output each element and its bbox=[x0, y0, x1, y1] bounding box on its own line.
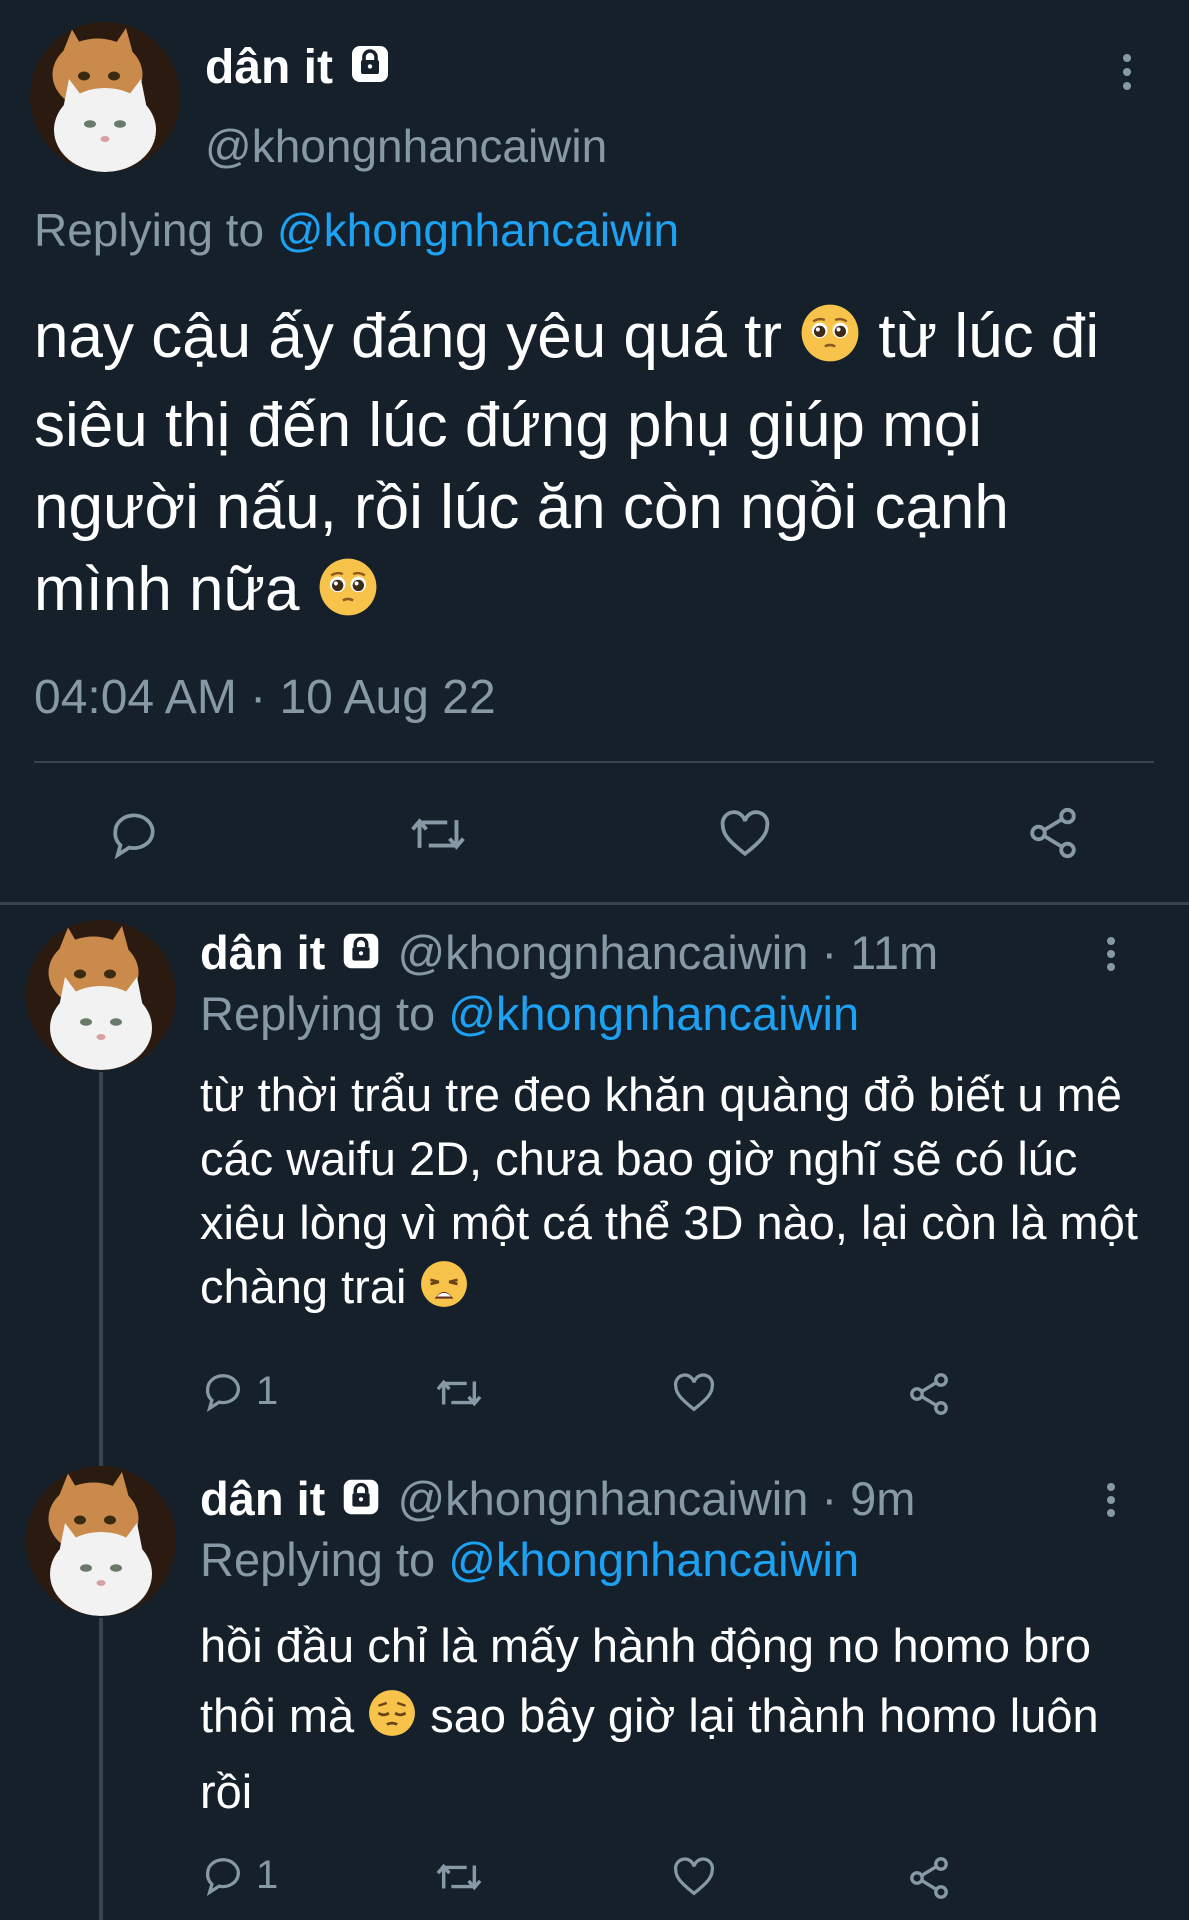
more-options-icon[interactable] bbox=[1105, 937, 1117, 971]
thread-line bbox=[99, 1072, 103, 1470]
tweet-text: hồi đầu chỉ là mấy hành động no homo bro… bbox=[200, 1611, 1100, 1827]
divider bbox=[34, 761, 1154, 763]
thread-line bbox=[99, 1618, 103, 1920]
share-button[interactable] bbox=[905, 1370, 953, 1418]
share-button[interactable] bbox=[905, 1854, 953, 1902]
reply-header: dân it @khongnhancaiwin · 11m bbox=[200, 925, 938, 986]
cat-avatar-image bbox=[26, 920, 176, 1070]
user-handle[interactable]: @khongnhancaiwin bbox=[397, 1472, 808, 1525]
tweet-text: nay cậu ấy đáng yêu quá tr từ lúc đi siê… bbox=[34, 296, 1144, 639]
reply-count: 1 bbox=[256, 1368, 279, 1413]
reply-icon bbox=[206, 1858, 240, 1896]
user-handle[interactable]: @khongnhancaiwin bbox=[397, 926, 808, 979]
share-icon bbox=[910, 1373, 948, 1415]
tweet-text-part: từ thời trẩu tre đeo khăn quàng đỏ biết … bbox=[200, 1068, 1138, 1313]
replying-handle-link[interactable]: @khongnhancaiwin bbox=[277, 204, 679, 256]
avatar[interactable] bbox=[26, 920, 176, 1070]
reply-button[interactable]: 1 bbox=[200, 1852, 278, 1898]
retweet-icon bbox=[436, 1863, 482, 1891]
avatar[interactable] bbox=[26, 1466, 176, 1616]
section-divider bbox=[0, 902, 1189, 905]
like-button[interactable] bbox=[670, 1370, 718, 1416]
share-icon bbox=[1030, 807, 1076, 859]
lock-icon bbox=[338, 928, 384, 986]
display-name[interactable]: dân it bbox=[205, 41, 333, 94]
reply-icon bbox=[113, 813, 155, 860]
reply-header: dân it @khongnhancaiwin · 9m bbox=[200, 1471, 915, 1532]
replying-to: Replying to @khongnhancaiwin bbox=[34, 202, 679, 258]
tweet-timestamp[interactable]: 04:04 AM · 10 Aug 22 bbox=[34, 668, 496, 728]
tweet-text-part: nay cậu ấy đáng yêu quá tr bbox=[34, 302, 800, 371]
cat-avatar-image bbox=[30, 22, 180, 172]
pensive-face-emoji-icon bbox=[367, 1687, 417, 1757]
reply-time[interactable]: · 11m bbox=[821, 926, 938, 979]
replying-to: Replying to @khongnhancaiwin bbox=[200, 1532, 859, 1588]
retweet-button[interactable] bbox=[408, 806, 468, 862]
lock-icon bbox=[346, 40, 394, 101]
like-button[interactable] bbox=[716, 806, 774, 862]
like-button[interactable] bbox=[670, 1854, 718, 1900]
reply-button[interactable] bbox=[106, 806, 162, 862]
heart-icon bbox=[673, 1857, 715, 1896]
retweet-icon bbox=[436, 1379, 482, 1407]
tweet-text: từ thời trẩu tre đeo khăn quàng đỏ biết … bbox=[200, 1063, 1160, 1325]
heart-icon bbox=[673, 1373, 715, 1412]
pleading-face-emoji-icon bbox=[799, 302, 861, 385]
more-options-icon[interactable] bbox=[1105, 1483, 1117, 1517]
more-options-icon[interactable] bbox=[1121, 54, 1133, 90]
display-name[interactable]: dân it bbox=[200, 926, 325, 979]
retweet-button[interactable] bbox=[433, 1854, 485, 1900]
cat-avatar-image bbox=[26, 1466, 176, 1616]
replying-label: Replying to bbox=[34, 204, 265, 256]
user-handle[interactable]: @khongnhancaiwin bbox=[205, 118, 607, 174]
retweet-button[interactable] bbox=[433, 1370, 485, 1416]
reply-time[interactable]: · 9m bbox=[821, 1472, 915, 1525]
share-button[interactable] bbox=[1024, 804, 1082, 862]
reply-button[interactable]: 1 bbox=[200, 1368, 278, 1414]
replying-label: Replying to bbox=[200, 987, 436, 1040]
replying-handle-link[interactable]: @khongnhancaiwin bbox=[448, 1533, 859, 1586]
retweet-icon bbox=[411, 818, 465, 850]
weary-face-emoji-icon bbox=[419, 1259, 469, 1325]
avatar[interactable] bbox=[30, 22, 180, 172]
reply-icon bbox=[206, 1374, 240, 1412]
display-name[interactable]: dân it bbox=[200, 1472, 325, 1525]
replying-label: Replying to bbox=[200, 1533, 436, 1586]
heart-icon bbox=[720, 810, 770, 857]
reply-count: 1 bbox=[256, 1852, 279, 1897]
replying-to: Replying to @khongnhancaiwin bbox=[200, 986, 859, 1042]
pleading-face-emoji-icon bbox=[317, 556, 379, 639]
lock-icon bbox=[338, 1474, 384, 1532]
replying-handle-link[interactable]: @khongnhancaiwin bbox=[448, 987, 859, 1040]
share-icon bbox=[910, 1857, 948, 1899]
